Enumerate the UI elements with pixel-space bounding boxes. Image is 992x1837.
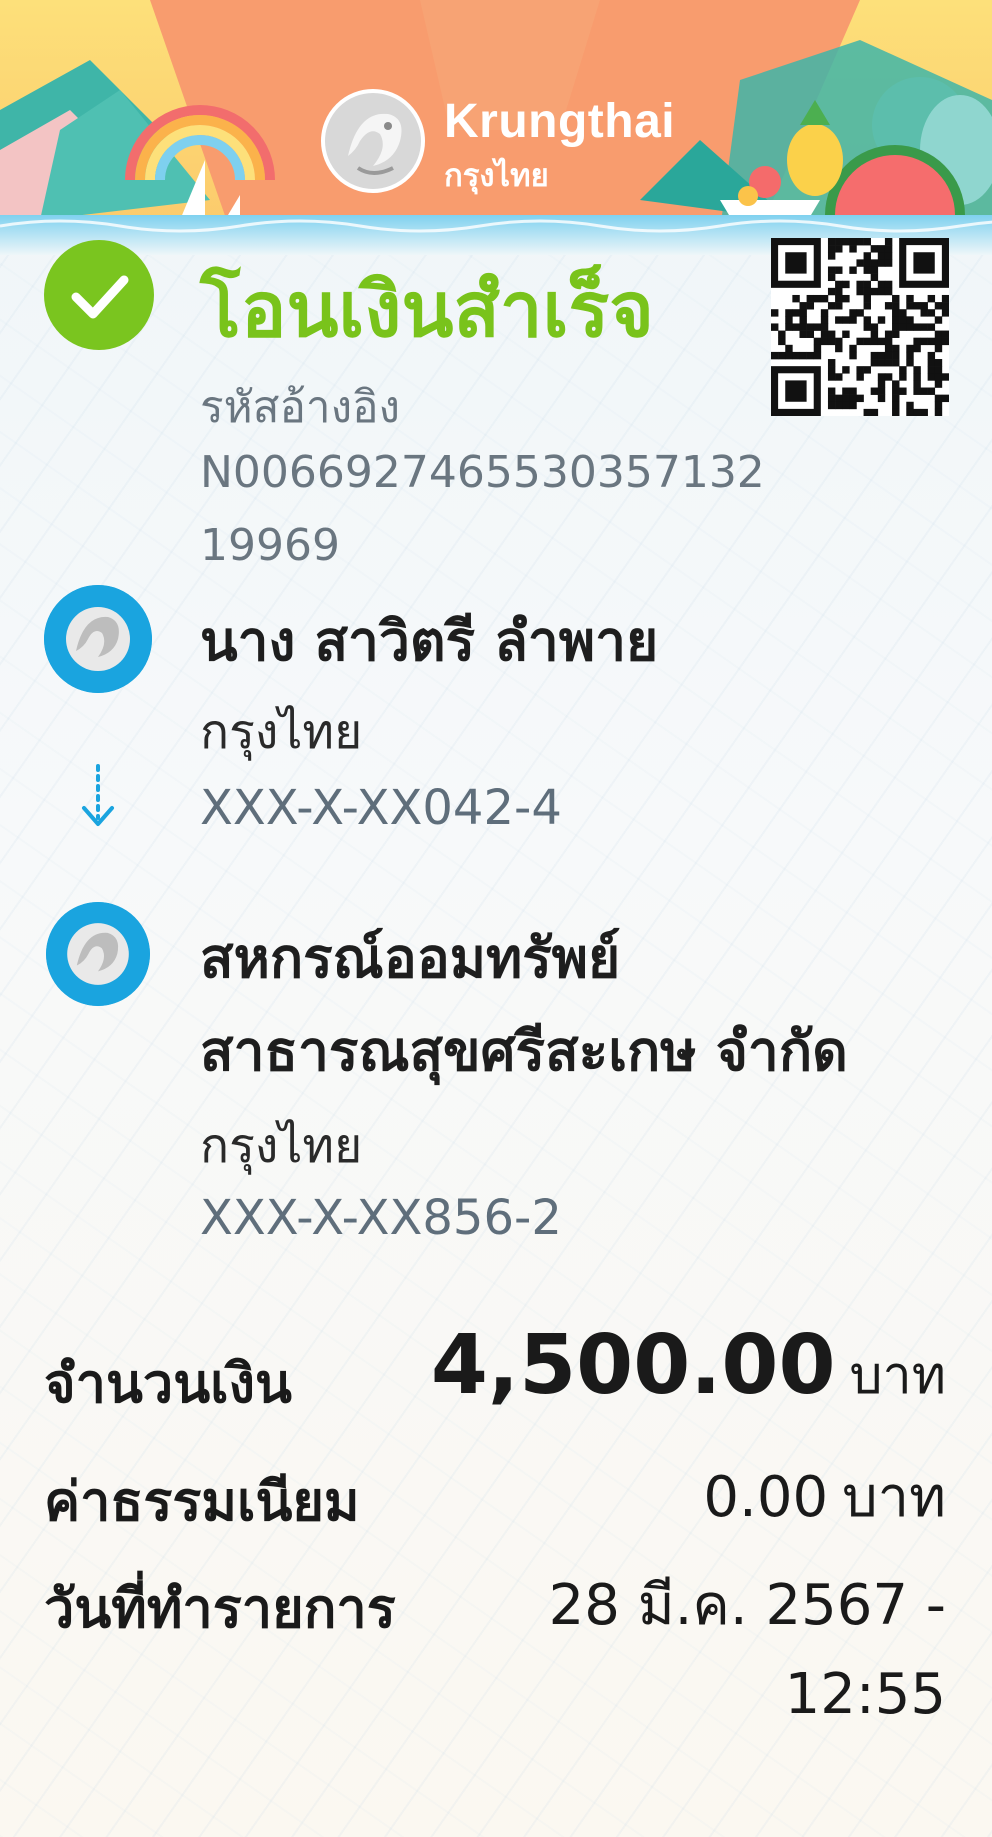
dotted-arrow-down-icon: [82, 764, 114, 826]
brand-name-thai: กรุงไทย: [444, 158, 549, 194]
amount-label: จำนวนเงิน: [44, 1352, 292, 1415]
amount-value-row: 4,500.00 บาท: [431, 1318, 946, 1416]
receiver-name-line2: สาธารณสุขศรีสะเกษ จำกัด: [200, 1019, 848, 1083]
sender-bank: กรุงไทย: [200, 704, 363, 760]
fee-label: ค่าธรรมเนียม: [44, 1470, 360, 1533]
brand-name: Krungthai: [444, 95, 676, 148]
amount-value: 4,500.00: [430, 1318, 836, 1413]
receiver-account: XXX-X-XX856-2: [200, 1190, 562, 1246]
date-value: 28 มี.ค. 2567 -: [548, 1573, 946, 1638]
header-banner: Krungthai กรุงไทย: [0, 0, 992, 255]
amount-currency: บาท: [849, 1346, 946, 1406]
sender-bank-icon: [44, 585, 152, 693]
receiver-name-line1: สหกรณ์ออมทรัพย์: [200, 926, 621, 990]
sender-name: นาง สาวิตรี ลำพาย: [200, 609, 659, 673]
fee-currency: บาท: [842, 1465, 946, 1530]
date-label: วันที่ทำรายการ: [44, 1577, 396, 1640]
fee-value: 0.00: [703, 1465, 829, 1530]
reference-label: รหัสอ้างอิง: [200, 382, 401, 433]
sender-account: XXX-X-XX042-4: [200, 780, 562, 836]
krungthai-brand: Krungthai กรุงไทย: [318, 86, 698, 206]
check-circle-icon: [44, 240, 154, 350]
fee-value-row: 0.00 บาท: [703, 1452, 946, 1541]
receiver-bank: กรุงไทย: [200, 1118, 363, 1174]
reference-code-line2: 19969: [200, 520, 340, 571]
reference-code-line1: N0066927465530357132: [200, 447, 765, 498]
receiver-bank-icon: [46, 902, 150, 1006]
krungthai-emblem-icon: [321, 89, 425, 193]
time-value: 12:55: [784, 1662, 946, 1727]
qr-code[interactable]: [771, 238, 950, 417]
status-title: โอนเงินสำเร็จ: [200, 265, 654, 354]
